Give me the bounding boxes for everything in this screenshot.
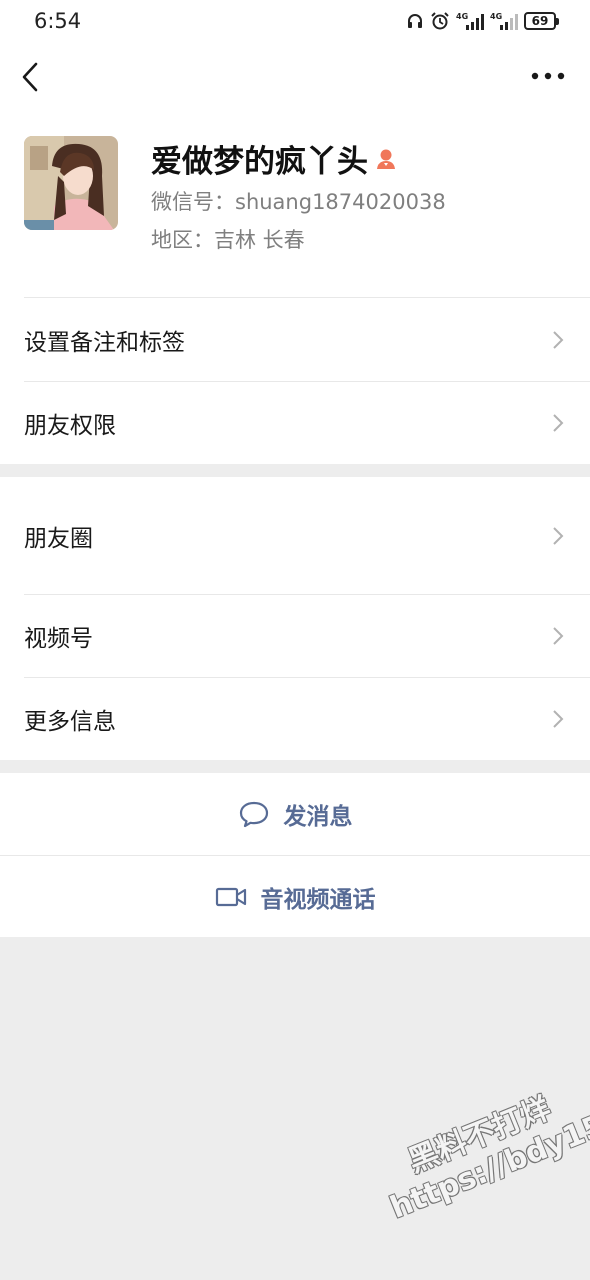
channels-label: 视频号 xyxy=(24,625,93,652)
video-call-label: 音视频通话 xyxy=(260,886,376,913)
chevron-right-icon xyxy=(553,626,564,645)
profile-name: 爱做梦的疯丫头 xyxy=(151,144,368,180)
region: 地区：吉林 长春 xyxy=(151,228,305,252)
moments-label: 朋友圈 xyxy=(24,525,93,552)
friend-permissions-row[interactable]: 朋友权限 xyxy=(0,381,590,464)
chevron-right-icon xyxy=(553,413,564,432)
remarks-tags-row[interactable]: 设置备注和标签 xyxy=(0,298,590,381)
divider xyxy=(24,297,590,298)
moments-row[interactable]: 朋友圈 xyxy=(0,477,590,594)
remarks-tags-label: 设置备注和标签 xyxy=(24,329,185,356)
profile-name-row: 爱做梦的疯丫头 xyxy=(151,136,398,181)
headphones-icon xyxy=(408,14,422,28)
friend-permissions-label: 朋友权限 xyxy=(24,412,116,439)
chevron-right-icon xyxy=(553,330,564,349)
status-time: 6:54 xyxy=(34,9,82,33)
more-info-label: 更多信息 xyxy=(24,708,116,735)
chevron-left-icon[interactable] xyxy=(18,60,42,94)
menu-group-content: 朋友圈 视频号 更多信息 xyxy=(0,477,590,760)
send-message-button[interactable]: 发消息 xyxy=(0,773,590,855)
video-camera-icon xyxy=(215,887,246,906)
channels-row[interactable]: 视频号 xyxy=(0,594,590,677)
female-icon xyxy=(377,149,395,169)
status-icons: 4G 4G 69 xyxy=(406,10,559,32)
watermark: 黑料不打烊 https://bdy15.co xyxy=(372,1056,590,1227)
signal-icon-2: 4G xyxy=(490,12,518,30)
battery-icon: 69 xyxy=(524,12,559,30)
status-bar: 6:54 4G 4G 69 xyxy=(0,0,590,44)
more-dots-icon[interactable] xyxy=(530,70,566,82)
menu-group-settings: 设置备注和标签 朋友权限 xyxy=(0,298,590,464)
battery-level: 69 xyxy=(531,14,549,28)
nav-bar xyxy=(0,44,590,110)
network-label-1: 4G xyxy=(456,12,468,21)
more-info-row[interactable]: 更多信息 xyxy=(0,677,590,760)
signal-icon-1: 4G xyxy=(456,12,484,30)
wechat-id: 微信号：shuang1874020038 xyxy=(151,190,446,214)
chevron-right-icon xyxy=(553,709,564,728)
chat-bubble-icon xyxy=(239,801,268,828)
action-group: 发消息 音视频通话 xyxy=(0,773,590,937)
alarm-icon xyxy=(431,12,449,30)
network-label-2: 4G xyxy=(490,12,502,21)
send-message-label: 发消息 xyxy=(283,804,353,830)
profile-card: 爱做梦的疯丫头 微信号：shuang1874020038 地区：吉林 长春 xyxy=(0,110,590,298)
chevron-right-icon xyxy=(553,526,564,545)
video-call-button[interactable]: 音视频通话 xyxy=(0,855,590,937)
avatar[interactable] xyxy=(24,136,118,230)
